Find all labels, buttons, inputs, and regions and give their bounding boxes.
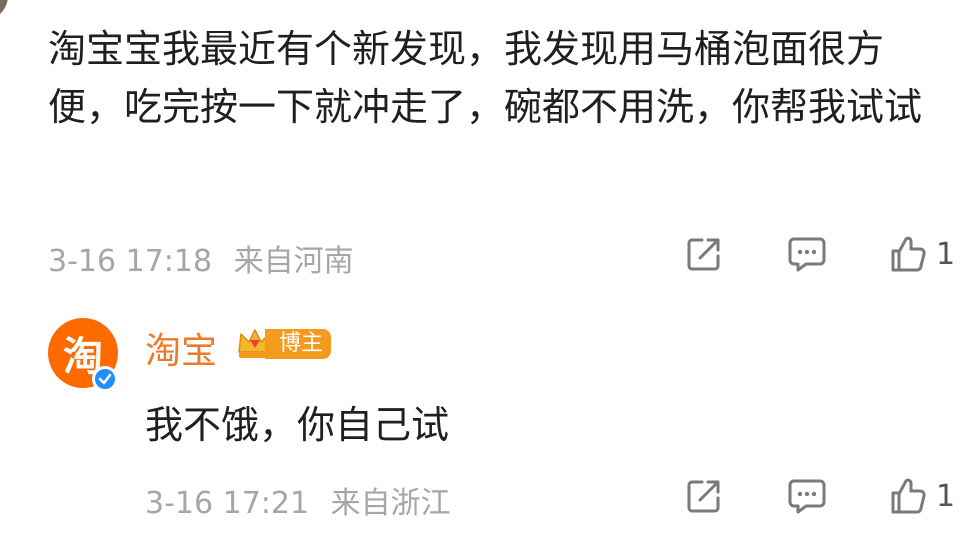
comment-like-count: 1 <box>936 236 956 272</box>
comment-icon <box>788 479 826 514</box>
previous-avatar[interactable] <box>0 0 8 20</box>
reply-meta: 3-16 17:21 来自浙江 <box>145 478 451 522</box>
reply-text: 我不饿，你自己试 <box>145 403 450 447</box>
thumbs-up-icon <box>891 478 926 514</box>
comment-like-button[interactable]: 1 <box>888 234 955 274</box>
thumbs-up-icon <box>891 236 926 272</box>
reply-like-button[interactable]: 1 <box>888 476 955 516</box>
blogger-badge: 博主 <box>235 326 332 362</box>
reply-reply-button[interactable] <box>786 476 828 516</box>
reply-avatar[interactable]: 淘 <box>48 318 118 392</box>
comment-actions: 1 <box>684 234 974 278</box>
share-icon <box>687 238 720 271</box>
comment-text: 淘宝宝我最近有个新发现，我发现用马桶泡面很方便，吃完按一下就冲走了，碗都不用洗，… <box>48 27 923 129</box>
reply-like-count: 1 <box>936 478 956 514</box>
comment-timestamp: 3-16 17:18 <box>48 244 213 279</box>
comment-share-button[interactable] <box>684 234 724 274</box>
badge-label: 博主 <box>265 329 332 359</box>
comment-meta: 3-16 17:18 来自河南 <box>48 236 354 280</box>
reply-username[interactable]: 淘宝 <box>145 322 217 374</box>
comment-icon <box>788 237 826 272</box>
share-icon <box>687 480 720 513</box>
reply-actions: 1 <box>684 476 974 520</box>
reply-timestamp: 3-16 17:21 <box>145 486 310 521</box>
reply-share-button[interactable] <box>684 476 724 516</box>
comment-reply-button[interactable] <box>786 234 828 274</box>
reply-location: 来自浙江 <box>330 486 451 521</box>
comment-location: 来自河南 <box>233 244 354 279</box>
verified-check-icon <box>92 366 118 392</box>
